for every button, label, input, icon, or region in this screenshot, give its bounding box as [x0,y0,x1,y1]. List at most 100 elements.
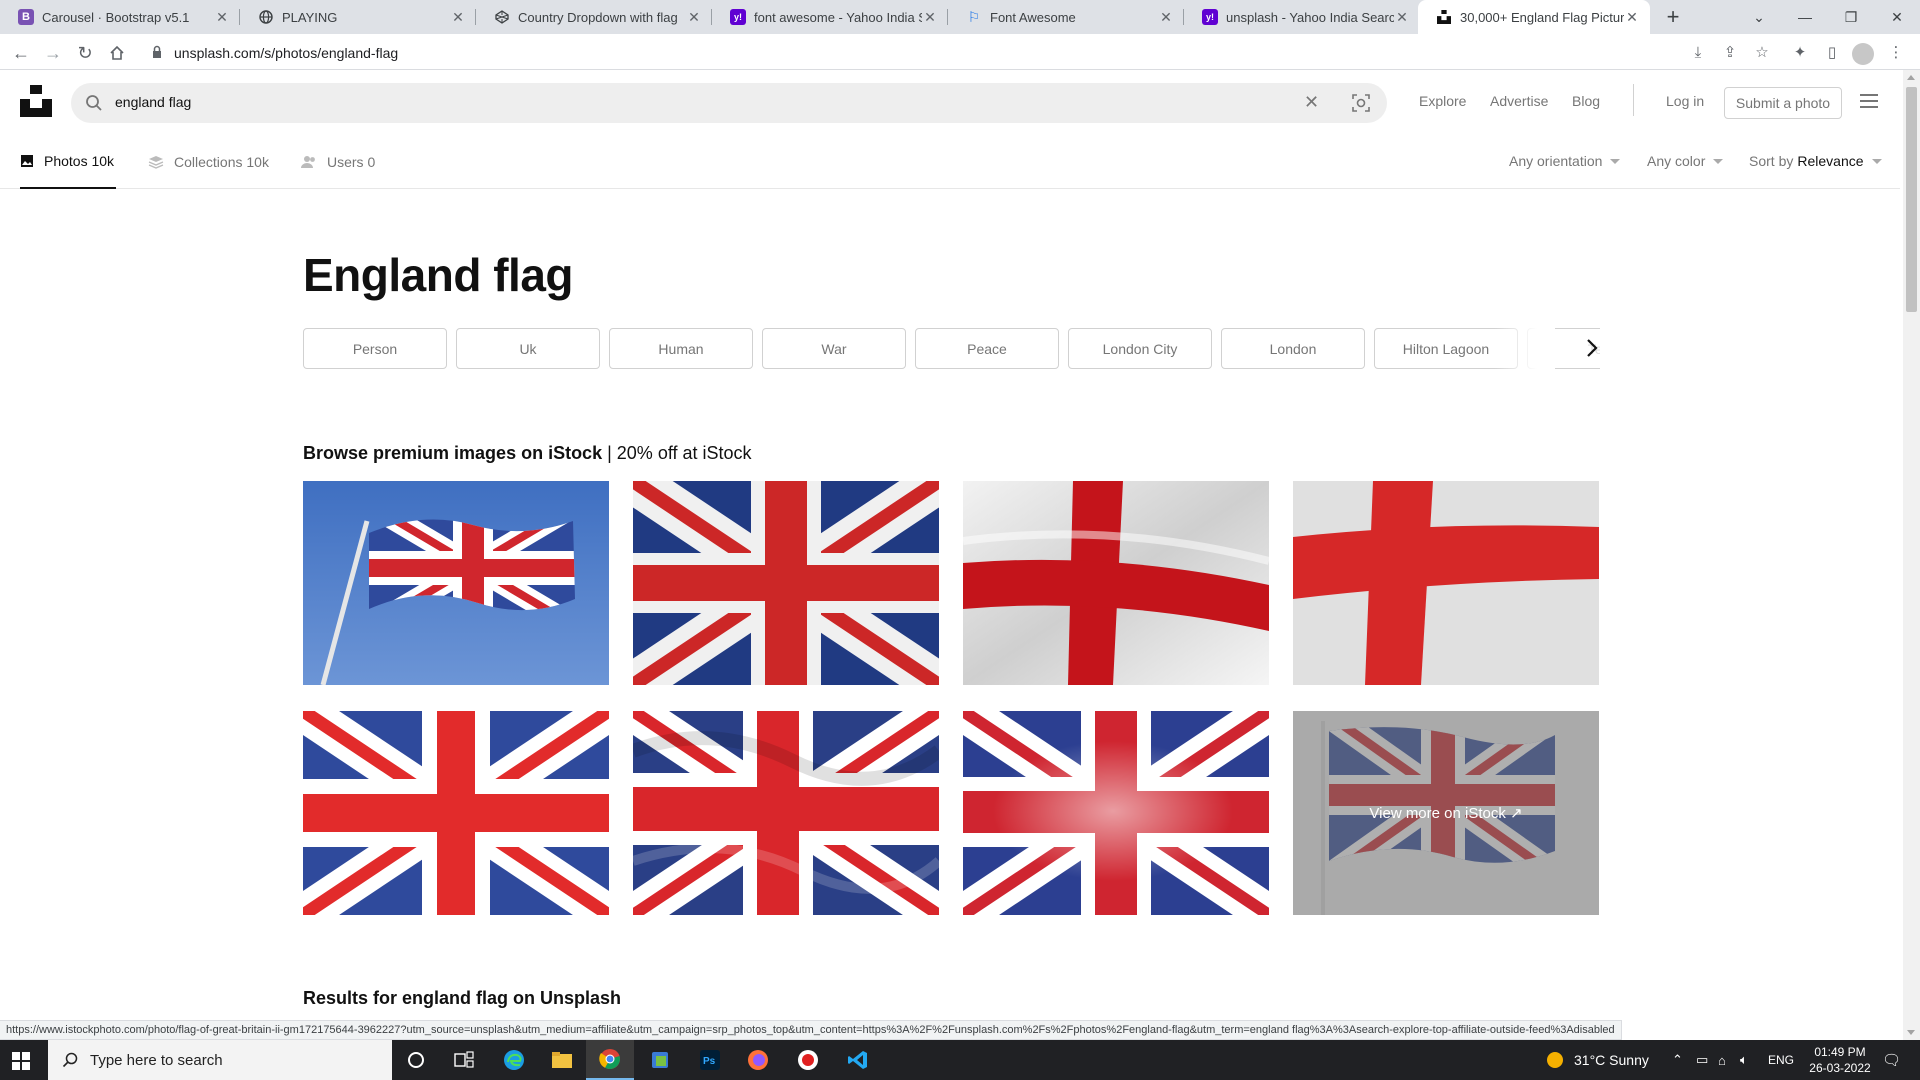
browser-tab-active[interactable]: 30,000+ England Flag Pictures | ✕ [1418,0,1650,34]
close-icon[interactable]: ✕ [1394,9,1410,26]
tab-users[interactable]: Users 0 [301,134,375,189]
clock-time: 01:49 PM [1814,1045,1866,1059]
color-dropdown[interactable]: Any color [1647,153,1724,169]
chevron-up-icon[interactable]: ⌃ [1672,1040,1683,1080]
orientation-dropdown[interactable]: Any orientation [1509,153,1621,169]
firefox-icon[interactable] [734,1040,782,1080]
tab-collections[interactable]: Collections 10k [148,134,269,189]
svg-text:Ps: Ps [703,1056,716,1067]
share-icon[interactable]: ⇪ [1720,42,1740,62]
istock-image[interactable] [633,711,939,915]
minimize-button[interactable]: — [1782,0,1828,34]
record-icon[interactable] [784,1040,832,1080]
nav-advertise[interactable]: Advertise [1490,93,1548,109]
scrollbar-thumb[interactable] [1906,87,1917,312]
bookmark-star-icon[interactable]: ☆ [1752,42,1772,62]
visual-search-icon[interactable] [1351,93,1371,113]
tab-collections-label: Collections 10k [174,153,269,170]
tab-search-icon[interactable]: ⌄ [1736,0,1782,34]
related-chip[interactable]: War [762,328,906,369]
cortana-icon[interactable] [392,1040,440,1080]
sort-dropdown[interactable]: Sort by Relevance [1749,153,1882,169]
notifications-icon[interactable]: 🗨︎ [1882,1040,1901,1080]
unsplash-logo-icon[interactable] [20,85,52,117]
istock-image[interactable] [303,481,609,685]
close-icon[interactable]: ✕ [922,9,938,26]
taskbar-search[interactable]: Type here to search [48,1040,392,1080]
istock-heading-promo[interactable]: | 20% off at iStock [607,443,751,463]
hamburger-menu-icon[interactable] [1860,94,1878,108]
close-icon[interactable]: ✕ [686,9,702,26]
search-bar[interactable]: england flag ✕ [71,83,1387,123]
page-scrollbar[interactable] [1903,70,1920,1040]
chrome-icon[interactable] [586,1040,634,1080]
related-chip[interactable]: Peace [915,328,1059,369]
sort-prefix: Sort by [1749,153,1794,169]
language-indicator[interactable]: ENG [1768,1040,1794,1080]
tab-title: font awesome - Yahoo India Sea [754,9,922,25]
back-button[interactable]: ← [8,40,34,66]
search-icon[interactable] [85,94,103,112]
browser-tab[interactable]: B Carousel · Bootstrap v5.1 ✕ [0,0,240,34]
file-explorer-icon[interactable] [538,1040,586,1080]
url-text[interactable]: unsplash.com/s/photos/england-flag [174,45,398,61]
browser-tab[interactable]: ⚐ Font Awesome ✕ [948,0,1184,34]
extensions-icon[interactable]: ✦ [1790,42,1810,62]
close-icon[interactable]: ✕ [1624,9,1640,26]
browser-tab[interactable]: y! font awesome - Yahoo India Sea ✕ [712,0,948,34]
install-icon[interactable]: ⤓ [1688,42,1708,62]
forward-button[interactable]: → [40,40,66,66]
scroll-down-icon[interactable] [1907,1030,1915,1035]
close-icon[interactable]: ✕ [1158,9,1174,26]
nav-explore[interactable]: Explore [1419,93,1466,109]
close-icon[interactable]: ✕ [450,9,466,26]
edge-icon[interactable] [490,1040,538,1080]
istock-image[interactable] [303,711,609,915]
reload-button[interactable]: ↻ [72,40,98,66]
istock-image[interactable] [963,481,1269,685]
browser-tab[interactable]: Country Dropdown with flag ✕ [476,0,712,34]
istock-image[interactable] [1293,481,1599,685]
side-panel-icon[interactable]: ▯ [1822,42,1842,62]
vscode-icon[interactable] [834,1040,882,1080]
browser-tab[interactable]: PLAYING ✕ [240,0,476,34]
app-store-icon[interactable] [636,1040,684,1080]
profile-avatar[interactable] [1852,43,1874,65]
login-link[interactable]: Log in [1666,93,1704,109]
related-chip[interactable]: London City [1068,328,1212,369]
istock-image[interactable] [633,481,939,685]
scroll-up-icon[interactable] [1907,75,1915,80]
related-chip[interactable]: London [1221,328,1365,369]
volume-icon[interactable]: 🔈︎ [1740,1040,1748,1080]
clear-search-icon[interactable]: ✕ [1304,92,1319,113]
chevron-down-icon [1713,158,1724,164]
close-window-button[interactable]: ✕ [1874,0,1920,34]
color-label: Any color [1647,153,1706,169]
photoshop-icon[interactable]: Ps [686,1040,734,1080]
menu-kebab-icon[interactable]: ⋮ [1886,42,1906,62]
view-more-istock-tile[interactable]: View more on iStock ↗ [1293,711,1599,915]
restore-button[interactable]: ❐ [1828,0,1874,34]
home-button[interactable] [104,40,130,66]
tab-photos[interactable]: Photos 10k [20,134,116,189]
chevron-right-icon[interactable] [1586,338,1598,358]
submit-photo-button[interactable]: Submit a photo [1724,87,1842,119]
view-more-overlay[interactable]: View more on iStock ↗ [1293,711,1599,915]
browser-tab[interactable]: y! unsplash - Yahoo India Search R ✕ [1184,0,1420,34]
network-icon[interactable]: ⌂ [1718,1040,1726,1080]
search-input[interactable]: england flag [115,94,191,110]
task-view-icon[interactable] [440,1040,488,1080]
related-chip[interactable]: Person [303,328,447,369]
close-icon[interactable]: ✕ [214,9,230,26]
weather-widget[interactable]: 31°C Sunny [1546,1040,1649,1080]
related-chip[interactable]: Human [609,328,753,369]
new-tab-button[interactable]: + [1660,4,1686,30]
nav-blog[interactable]: Blog [1572,93,1600,109]
related-chip[interactable]: Uk [456,328,600,369]
collections-icon [148,155,164,169]
windows-start-icon[interactable] [12,1052,30,1070]
system-clock[interactable]: 01:49 PM 26-03-2022 [1800,1044,1880,1076]
istock-image[interactable] [963,711,1269,915]
omnibox[interactable]: unsplash.com/s/photos/england-flag [140,39,1680,67]
meet-now-icon[interactable]: ▭ [1696,1040,1708,1080]
